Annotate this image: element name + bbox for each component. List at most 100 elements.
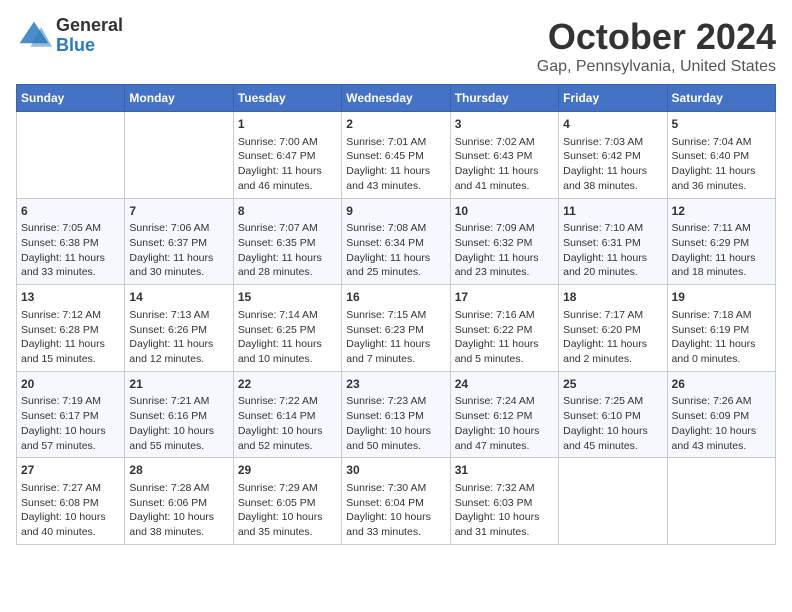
day-number: 25 (563, 376, 662, 393)
cell-content: Sunrise: 7:25 AM Sunset: 6:10 PM Dayligh… (563, 394, 662, 453)
logo-blue-text: Blue (56, 36, 123, 56)
day-number: 30 (346, 462, 445, 479)
cell-content: Sunrise: 7:23 AM Sunset: 6:13 PM Dayligh… (346, 394, 445, 453)
cell-content: Sunrise: 7:13 AM Sunset: 6:26 PM Dayligh… (129, 308, 228, 367)
cell-content: Sunrise: 7:07 AM Sunset: 6:35 PM Dayligh… (238, 221, 337, 280)
cell-content: Sunrise: 7:00 AM Sunset: 6:47 PM Dayligh… (238, 135, 337, 194)
day-number: 27 (21, 462, 120, 479)
title-block: October 2024 Gap, Pennsylvania, United S… (537, 16, 776, 76)
header-day-saturday: Saturday (667, 85, 775, 112)
cell-content: Sunrise: 7:05 AM Sunset: 6:38 PM Dayligh… (21, 221, 120, 280)
day-number: 5 (672, 116, 771, 133)
day-number: 11 (563, 203, 662, 220)
header-day-friday: Friday (559, 85, 667, 112)
day-number: 3 (455, 116, 554, 133)
cell-content: Sunrise: 7:21 AM Sunset: 6:16 PM Dayligh… (129, 394, 228, 453)
cell-content: Sunrise: 7:09 AM Sunset: 6:32 PM Dayligh… (455, 221, 554, 280)
logo-general-text: General (56, 16, 123, 36)
cell-content: Sunrise: 7:11 AM Sunset: 6:29 PM Dayligh… (672, 221, 771, 280)
calendar-cell: 11Sunrise: 7:10 AM Sunset: 6:31 PM Dayli… (559, 198, 667, 285)
cell-content: Sunrise: 7:24 AM Sunset: 6:12 PM Dayligh… (455, 394, 554, 453)
day-number: 28 (129, 462, 228, 479)
header-day-monday: Monday (125, 85, 233, 112)
cell-content: Sunrise: 7:18 AM Sunset: 6:19 PM Dayligh… (672, 308, 771, 367)
day-number: 21 (129, 376, 228, 393)
calendar-cell: 7Sunrise: 7:06 AM Sunset: 6:37 PM Daylig… (125, 198, 233, 285)
header-day-sunday: Sunday (17, 85, 125, 112)
calendar-week-5: 27Sunrise: 7:27 AM Sunset: 6:08 PM Dayli… (17, 458, 776, 545)
calendar-header: SundayMondayTuesdayWednesdayThursdayFrid… (17, 85, 776, 112)
cell-content: Sunrise: 7:02 AM Sunset: 6:43 PM Dayligh… (455, 135, 554, 194)
calendar-cell: 21Sunrise: 7:21 AM Sunset: 6:16 PM Dayli… (125, 371, 233, 458)
day-number: 18 (563, 289, 662, 306)
page-title: October 2024 (537, 16, 776, 58)
calendar-week-1: 1 Sunrise: 7:00 AM Sunset: 6:47 PM Daylig… (17, 112, 776, 199)
logo: General Blue (16, 16, 123, 56)
day-number: 31 (455, 462, 554, 479)
cell-content: Sunrise: 7:06 AM Sunset: 6:37 PM Dayligh… (129, 221, 228, 280)
header-day-thursday: Thursday (450, 85, 558, 112)
cell-content: Sunrise: 7:22 AM Sunset: 6:14 PM Dayligh… (238, 394, 337, 453)
calendar-cell: 29 Sunrise: 7:29 AM Sunset: 6:05 PM Dayli… (233, 458, 341, 545)
day-number: 1 (238, 116, 337, 133)
calendar-cell: 31Sunrise: 7:32 AM Sunset: 6:03 PM Dayli… (450, 458, 558, 545)
cell-content: Sunrise: 7:19 AM Sunset: 6:17 PM Dayligh… (21, 394, 120, 453)
page-header: General Blue October 2024 Gap, Pennsylva… (16, 16, 776, 76)
day-number: 14 (129, 289, 228, 306)
calendar-cell: 9Sunrise: 7:08 AM Sunset: 6:34 PM Daylig… (342, 198, 450, 285)
calendar-week-2: 6Sunrise: 7:05 AM Sunset: 6:38 PM Daylig… (17, 198, 776, 285)
day-number: 20 (21, 376, 120, 393)
calendar-cell: 15Sunrise: 7:14 AM Sunset: 6:25 PM Dayli… (233, 285, 341, 372)
day-number: 8 (238, 203, 337, 220)
cell-content: Sunrise: 7:28 AM Sunset: 6:06 PM Dayligh… (129, 481, 228, 540)
cell-content: Sunrise: 7:29 AM Sunset: 6:05 PM Dayligh… (238, 481, 337, 540)
cell-content: Sunrise: 7:12 AM Sunset: 6:28 PM Dayligh… (21, 308, 120, 367)
day-number: 7 (129, 203, 228, 220)
day-number: 16 (346, 289, 445, 306)
calendar-cell: 22Sunrise: 7:22 AM Sunset: 6:14 PM Dayli… (233, 371, 341, 458)
cell-content: Sunrise: 7:26 AM Sunset: 6:09 PM Dayligh… (672, 394, 771, 453)
day-number: 2 (346, 116, 445, 133)
day-number: 12 (672, 203, 771, 220)
day-number: 4 (563, 116, 662, 133)
calendar-cell: 3 Sunrise: 7:02 AM Sunset: 6:43 PM Daylig… (450, 112, 558, 199)
cell-content: Sunrise: 7:14 AM Sunset: 6:25 PM Dayligh… (238, 308, 337, 367)
cell-content: Sunrise: 7:10 AM Sunset: 6:31 PM Dayligh… (563, 221, 662, 280)
calendar-cell: 13 Sunrise: 7:12 AM Sunset: 6:28 PM Dayli… (17, 285, 125, 372)
calendar-body: 1 Sunrise: 7:00 AM Sunset: 6:47 PM Daylig… (17, 112, 776, 545)
calendar-cell (559, 458, 667, 545)
cell-content: Sunrise: 7:01 AM Sunset: 6:45 PM Dayligh… (346, 135, 445, 194)
calendar-cell: 25Sunrise: 7:25 AM Sunset: 6:10 PM Dayli… (559, 371, 667, 458)
logo-icon (16, 18, 52, 54)
calendar-cell: 5Sunrise: 7:04 AM Sunset: 6:40 PM Daylig… (667, 112, 775, 199)
calendar-cell: 2 Sunrise: 7:01 AM Sunset: 6:45 PM Daylig… (342, 112, 450, 199)
cell-content: Sunrise: 7:08 AM Sunset: 6:34 PM Dayligh… (346, 221, 445, 280)
calendar-cell: 19 Sunrise: 7:18 AM Sunset: 6:19 PM Dayli… (667, 285, 775, 372)
day-number: 6 (21, 203, 120, 220)
day-number: 10 (455, 203, 554, 220)
day-number: 23 (346, 376, 445, 393)
cell-content: Sunrise: 7:03 AM Sunset: 6:42 PM Dayligh… (563, 135, 662, 194)
calendar-cell: 26Sunrise: 7:26 AM Sunset: 6:09 PM Dayli… (667, 371, 775, 458)
calendar-cell: 17Sunrise: 7:16 AM Sunset: 6:22 PM Dayli… (450, 285, 558, 372)
cell-content: Sunrise: 7:30 AM Sunset: 6:04 PM Dayligh… (346, 481, 445, 540)
day-number: 19 (672, 289, 771, 306)
calendar-cell: 8Sunrise: 7:07 AM Sunset: 6:35 PM Daylig… (233, 198, 341, 285)
cell-content: Sunrise: 7:17 AM Sunset: 6:20 PM Dayligh… (563, 308, 662, 367)
day-number: 24 (455, 376, 554, 393)
calendar-cell: 6Sunrise: 7:05 AM Sunset: 6:38 PM Daylig… (17, 198, 125, 285)
calendar-week-4: 20Sunrise: 7:19 AM Sunset: 6:17 PM Dayli… (17, 371, 776, 458)
calendar-cell: 27Sunrise: 7:27 AM Sunset: 6:08 PM Dayli… (17, 458, 125, 545)
calendar-cell: 23Sunrise: 7:23 AM Sunset: 6:13 PM Dayli… (342, 371, 450, 458)
day-number: 29 (238, 462, 337, 479)
day-number: 26 (672, 376, 771, 393)
calendar-cell: 1 Sunrise: 7:00 AM Sunset: 6:47 PM Daylig… (233, 112, 341, 199)
calendar-week-3: 13 Sunrise: 7:12 AM Sunset: 6:28 PM Dayli… (17, 285, 776, 372)
calendar-cell: 14 Sunrise: 7:13 AM Sunset: 6:26 PM Dayli… (125, 285, 233, 372)
calendar-cell (667, 458, 775, 545)
header-row: SundayMondayTuesdayWednesdayThursdayFrid… (17, 85, 776, 112)
calendar-cell: 24Sunrise: 7:24 AM Sunset: 6:12 PM Dayli… (450, 371, 558, 458)
calendar-table: SundayMondayTuesdayWednesdayThursdayFrid… (16, 84, 776, 545)
header-day-wednesday: Wednesday (342, 85, 450, 112)
day-number: 13 (21, 289, 120, 306)
